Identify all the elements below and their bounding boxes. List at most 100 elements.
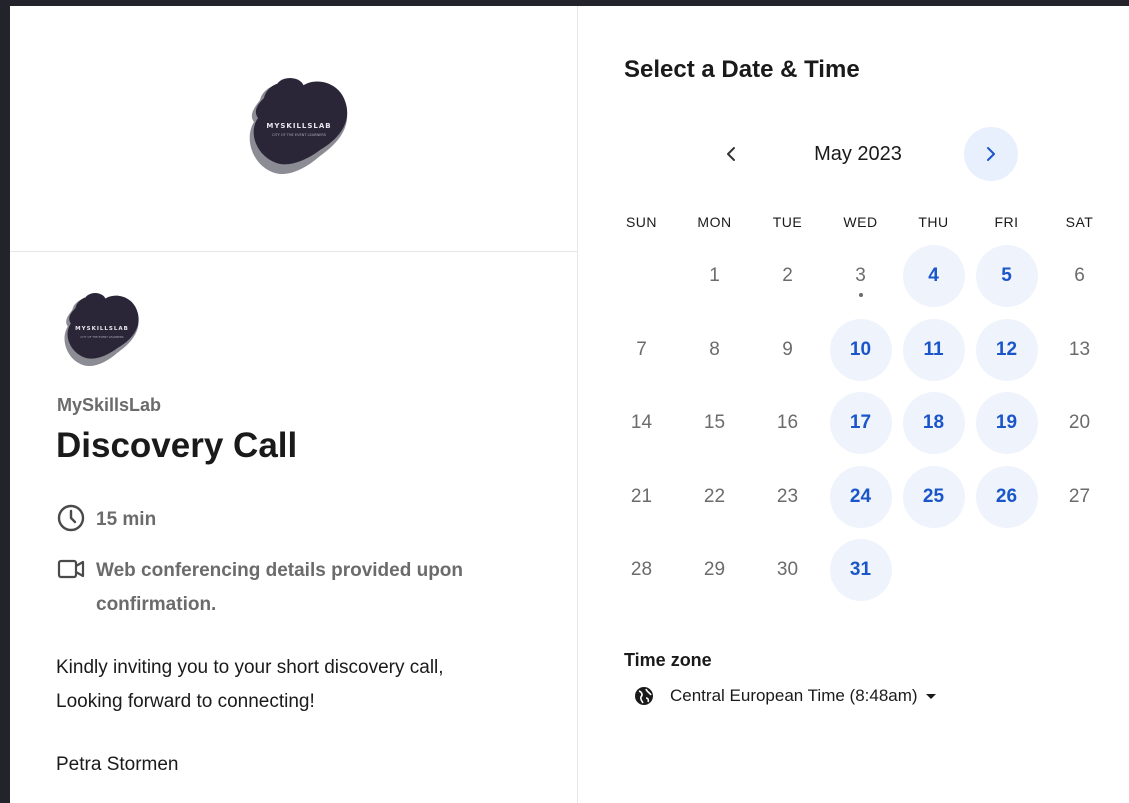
weekday-label: THU	[918, 214, 949, 230]
calendar-day: 2	[757, 245, 819, 307]
clock-icon	[57, 504, 85, 532]
globe-icon	[635, 687, 653, 705]
picker-heading: Select a Date & Time	[624, 56, 860, 83]
available-day-button[interactable]: 5	[975, 245, 1038, 307]
day-number: 8	[709, 338, 720, 360]
day-number: 3	[855, 265, 866, 286]
available-day-button[interactable]: 19	[975, 392, 1038, 454]
organizer-avatar: MYSKILLSLAB CITY OF THE EVENT LEARNERS	[60, 290, 144, 367]
logo-header: MYSKILLSLAB CITY OF THE EVENT LEARNERS	[10, 6, 577, 252]
day-number: 31	[849, 559, 872, 580]
day-number: 24	[849, 485, 872, 507]
calendar-day: 8	[684, 319, 746, 381]
calendar-grid: 1 2 3 4 5 6 7 8 9 10 11 12 13 14 15 16 17 18 19 20 21 22 23 24 2…	[605, 240, 1116, 610]
day-number: 1	[709, 265, 720, 286]
day-number: 6	[1074, 265, 1085, 286]
available-day-button[interactable]: 24	[829, 465, 892, 528]
event-title: Discovery Call	[56, 426, 298, 465]
available-day-button[interactable]: 11	[902, 318, 965, 381]
calendar-day: 23	[757, 466, 819, 528]
day-number: 9	[782, 338, 793, 360]
event-description: Kindly inviting you to your short discov…	[56, 651, 546, 719]
calendar-day: 14	[611, 392, 673, 454]
conferencing-row: Web conferencing details provided upon c…	[56, 554, 536, 622]
description-line: Looking forward to connecting!	[56, 691, 315, 712]
day-number: 19	[995, 412, 1018, 433]
calendar-day: 16	[757, 392, 819, 454]
weekday-header: SUN MON TUE WED THU FRI SAT	[605, 214, 1116, 234]
today-indicator	[858, 293, 863, 297]
day-number: 26	[995, 485, 1018, 507]
weekday-label: SAT	[1065, 214, 1094, 230]
weekday-label: WED	[843, 214, 878, 230]
day-number: 2	[782, 265, 793, 286]
event-details-panel: MYSKILLSLAB CITY OF THE EVENT LEARNERS M…	[10, 6, 578, 803]
day-number: 18	[922, 412, 945, 433]
calendar-day: 20	[1049, 392, 1111, 454]
caret-down-icon	[925, 693, 936, 699]
day-number: 4	[928, 265, 939, 286]
available-day-button[interactable]: 31	[829, 539, 892, 601]
weekday-label: TUE	[772, 214, 803, 230]
date-picker-panel: Select a Date & Time May 2023 SUN MON TUE W…	[578, 6, 1129, 803]
duration-row: 15 min	[56, 503, 156, 537]
day-number: 21	[630, 485, 653, 507]
day-number: 20	[1068, 412, 1091, 433]
available-day-button[interactable]: 10	[829, 318, 892, 381]
avatar-tagline: CITY OF THE EVENT LEARNERS	[80, 335, 124, 339]
chevron-right-icon	[987, 147, 995, 161]
next-month-button[interactable]	[964, 127, 1018, 181]
duration-text: 15 min	[96, 509, 157, 530]
conferencing-text: Web conferencing details provided upon c…	[96, 560, 464, 615]
available-day-button[interactable]: 4	[902, 245, 965, 307]
day-number: 13	[1068, 338, 1091, 360]
organizer-name: MySkillsLab	[57, 395, 162, 415]
day-number: 14	[630, 412, 653, 433]
day-number: 7	[636, 338, 647, 360]
day-number: 17	[849, 412, 872, 433]
day-number: 25	[922, 485, 945, 507]
calendar-day: 27	[1049, 466, 1111, 528]
day-number: 28	[630, 559, 653, 580]
calendar-day: 21	[611, 466, 673, 528]
calendar-day: 13	[1049, 319, 1111, 381]
day-number: 5	[1001, 265, 1012, 286]
calendar-day: 15	[684, 392, 746, 454]
day-number: 16	[776, 412, 799, 433]
day-number: 22	[703, 485, 726, 507]
video-camera-icon	[57, 559, 85, 579]
signature: Petra Stormen	[56, 754, 179, 775]
day-number: 30	[776, 559, 799, 580]
weekday-label: SUN	[625, 214, 658, 230]
calendar-day: 1	[684, 245, 746, 307]
day-number: 11	[923, 338, 944, 360]
calendar-day: 29	[684, 539, 746, 601]
previous-month-button[interactable]	[704, 127, 758, 181]
description-line: Kindly inviting you to your short discov…	[56, 657, 444, 678]
day-number: 27	[1068, 485, 1091, 507]
weekday-label: MON	[697, 214, 732, 230]
calendar-day: 22	[684, 466, 746, 528]
timezone-value: Central European Time (8:48am)	[670, 686, 918, 705]
calendar-day: 7	[611, 319, 673, 381]
scheduling-card: MYSKILLSLAB CITY OF THE EVENT LEARNERS M…	[10, 6, 1129, 803]
logo-tagline: CITY OF THE EVENT LEARNERS	[272, 133, 326, 137]
calendar-day: 9	[757, 319, 819, 381]
available-day-button[interactable]: 25	[902, 465, 965, 528]
available-day-button[interactable]: 18	[902, 392, 965, 454]
month-label: May 2023	[814, 143, 902, 165]
day-number: 29	[703, 559, 726, 580]
avatar-wordmark: MYSKILLSLAB	[75, 326, 129, 332]
timezone-dropdown[interactable]: Central European Time (8:48am)	[634, 686, 936, 706]
calendar-day: 3	[830, 245, 892, 307]
available-day-button[interactable]: 12	[975, 318, 1038, 381]
day-number: 15	[703, 412, 726, 433]
available-day-button[interactable]: 17	[829, 392, 892, 454]
available-day-button[interactable]: 26	[975, 465, 1038, 528]
calendar-day: 28	[611, 539, 673, 601]
weekday-label: FRI	[994, 214, 1019, 230]
chevron-left-icon	[727, 147, 735, 161]
calendar-day: 30	[757, 539, 819, 601]
company-logo: MYSKILLSLAB CITY OF THE EVENT LEARNERS	[244, 74, 354, 175]
day-number: 23	[776, 485, 799, 507]
